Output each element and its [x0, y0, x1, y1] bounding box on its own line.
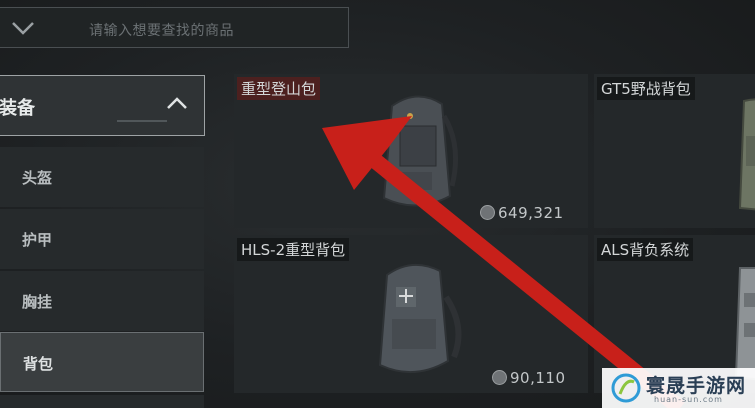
- backpack-image: [378, 264, 462, 374]
- watermark-domain: huan-sun.com: [654, 395, 723, 404]
- site-watermark: 寰晟手游网 huan-sun.com: [602, 368, 755, 408]
- search-input[interactable]: 请输入想要查找的商品: [89, 20, 234, 40]
- sidebar-item-next[interactable]: [0, 395, 204, 408]
- product-price: 90,110: [492, 369, 566, 387]
- sidebar-item-label: 背包: [23, 355, 54, 373]
- search-bar[interactable]: 请输入想要查找的商品: [0, 7, 349, 48]
- backpack-image: [382, 95, 459, 207]
- product-name: GT5野战背包: [597, 77, 695, 100]
- product-name: 重型登山包: [237, 77, 321, 100]
- category-sidebar: 装备 头盔 护甲 胸挂 背包: [0, 72, 207, 408]
- sidebar-item-label: 胸挂: [22, 293, 53, 311]
- product-name: ALS背负系统: [597, 238, 694, 261]
- coin-icon: [492, 370, 507, 385]
- product-name: HLS-2重型背包: [237, 238, 350, 261]
- category-header-equipment[interactable]: 装备: [0, 75, 205, 136]
- coin-icon: [480, 205, 495, 220]
- product-card[interactable]: 重型登山包 649,321: [234, 74, 588, 228]
- chevron-down-icon[interactable]: [7, 14, 39, 42]
- site-logo-icon: [611, 373, 641, 403]
- product-card[interactable]: GT5野战背包: [594, 74, 755, 228]
- sidebar-item-label: 头盔: [22, 169, 53, 187]
- sidebar-item-label: 护甲: [22, 231, 53, 249]
- sidebar-item-chest-rig[interactable]: 胸挂: [0, 271, 204, 331]
- product-price: 649,321: [480, 204, 564, 222]
- shop-screen: 请输入想要查找的商品 装备 头盔 护甲 胸挂 背包 重型登山包 649,321 …: [0, 0, 755, 408]
- sidebar-item-helmet[interactable]: 头盔: [0, 147, 204, 207]
- product-card[interactable]: HLS-2重型背包 90,110: [234, 235, 588, 393]
- backpack-image: [738, 98, 755, 211]
- divider: [117, 120, 167, 122]
- sidebar-item-armor[interactable]: 护甲: [0, 209, 204, 269]
- watermark-brand: 寰晟手游网: [646, 375, 747, 397]
- sidebar-item-backpack[interactable]: 背包: [0, 332, 204, 392]
- backpack-image: [734, 267, 755, 381]
- chevron-up-icon[interactable]: [163, 92, 191, 116]
- category-label: 装备: [0, 98, 35, 119]
